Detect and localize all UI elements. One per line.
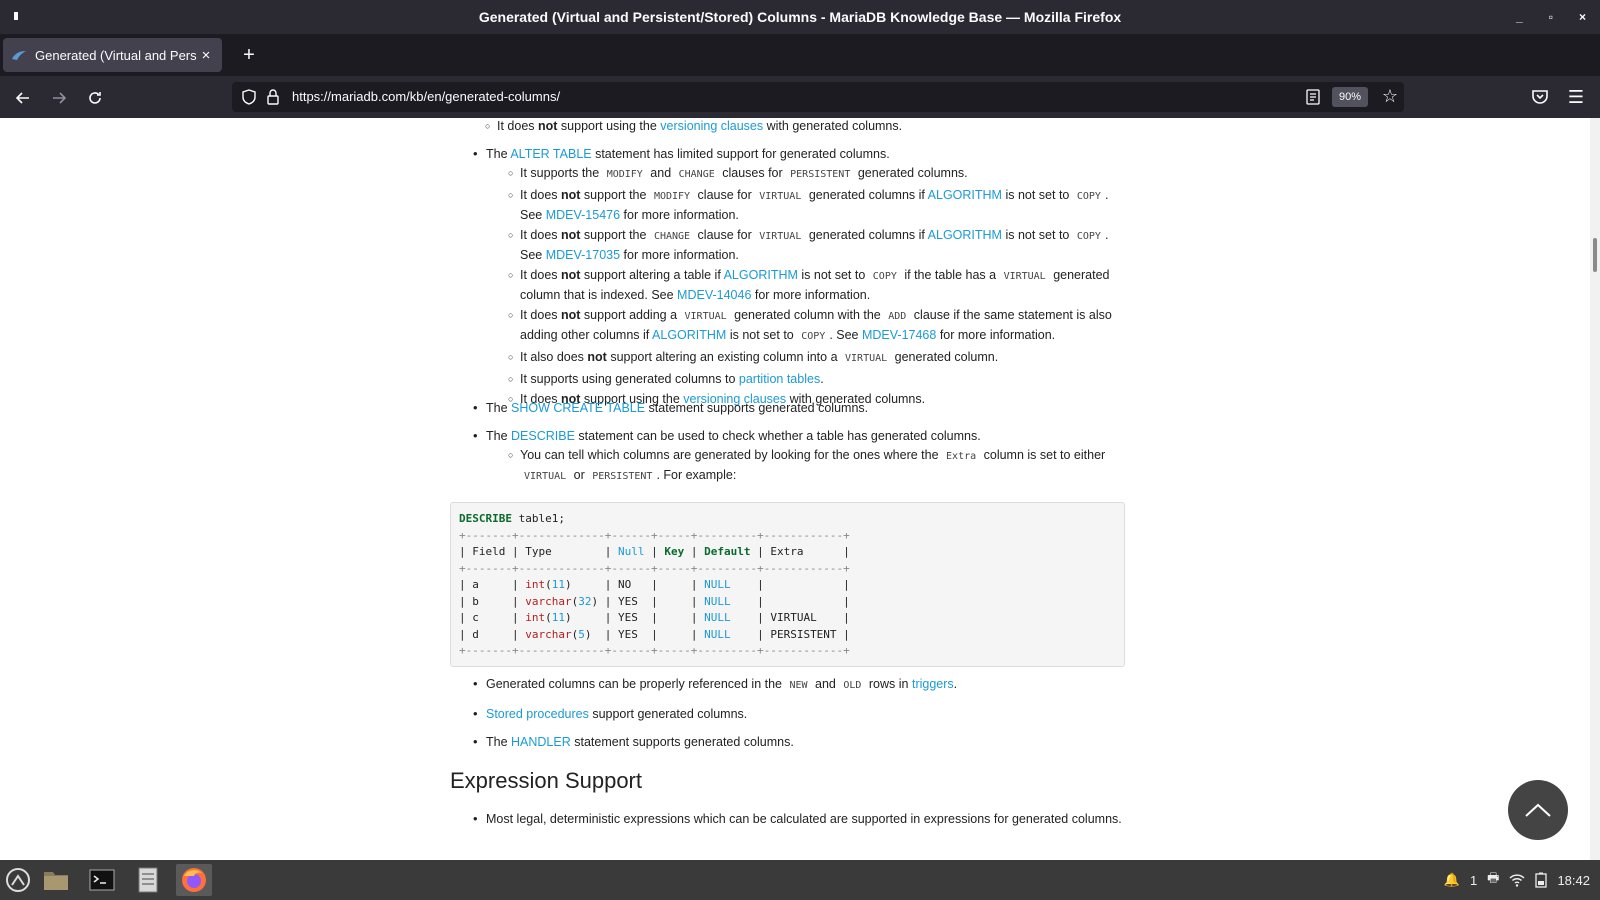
tab-title: Generated (Virtual and Pers (35, 47, 197, 63)
firefox-icon (182, 868, 206, 892)
window-menu-icon[interactable] (14, 12, 18, 20)
archive-manager-button[interactable] (130, 864, 166, 896)
archive-icon (138, 867, 158, 893)
mdev-15476-link[interactable]: MDEV-15476 (546, 208, 620, 222)
handler-link[interactable]: HANDLER (511, 735, 571, 749)
reload-icon (89, 92, 101, 104)
partition-tables-link[interactable]: partition tables (739, 372, 820, 386)
list-item: Most legal, deterministic expressions wh… (450, 810, 1125, 828)
bookmark-star-icon[interactable]: ☆ (1382, 86, 1398, 107)
clock: 18:42 (1557, 872, 1590, 888)
list-item: It does not support using the versioning… (427, 118, 1127, 135)
list-item: It also does not support altering an exi… (450, 348, 1125, 368)
alter-table-list: The ALTER TABLE statement has limited su… (450, 145, 1125, 410)
algorithm-link[interactable]: ALGORITHM (928, 188, 1002, 202)
section-heading: Expression Support (450, 768, 642, 793)
triggers-link[interactable]: triggers (912, 677, 954, 691)
list-item: It supports using generated columns to p… (450, 370, 1125, 388)
list-item: Stored procedures support generated colu… (450, 705, 1125, 723)
folder-icon (44, 872, 68, 890)
list-item: It does not support adding a VIRTUAL gen… (450, 306, 1125, 346)
list-item: It supports the MODIFY and CHANGE clause… (450, 164, 1125, 184)
tab-bar: Generated (Virtual and Pers × + (0, 34, 1600, 76)
versioning-clauses-link[interactable]: versioning clauses (660, 119, 763, 133)
list-item: It does not support the CHANGE clause fo… (450, 226, 1125, 264)
pocket-icon[interactable] (1528, 85, 1552, 109)
system-tray: 🔔 1 🖶 18:42 (1444, 860, 1590, 900)
url-text[interactable]: https://mariadb.com/kb/en/generated-colu… (292, 89, 560, 104)
list-item: You can tell which columns are generated… (450, 446, 1125, 486)
expression-list: Most legal, deterministic expressions wh… (450, 810, 1125, 828)
alter-table-link[interactable]: ALTER TABLE (510, 147, 591, 161)
chevron-up-icon (1525, 803, 1551, 817)
reload-button[interactable] (82, 85, 108, 111)
back-arrow-icon (15, 92, 29, 104)
maximize-button[interactable]: ▫ (1549, 10, 1553, 24)
battery-icon[interactable] (1535, 872, 1548, 888)
notification-count: 1 (1469, 872, 1478, 888)
mdev-14046-link[interactable]: MDEV-14046 (677, 288, 751, 302)
start-menu-icon (6, 868, 30, 892)
tracking-shield-icon[interactable] (240, 88, 258, 106)
list-item: The HANDLER statement supports generated… (450, 733, 1125, 751)
reader-view-icon[interactable] (1304, 88, 1322, 106)
url-bar[interactable]: https://mariadb.com/kb/en/generated-colu… (232, 82, 1404, 112)
list-item: The DESCRIBE statement can be used to ch… (450, 427, 1125, 486)
after-code-list: Generated columns can be properly refere… (450, 675, 1125, 751)
close-tab-icon[interactable]: × (198, 47, 214, 64)
page-scrollbar[interactable] (1590, 118, 1600, 860)
list-item: Generated columns can be properly refere… (450, 675, 1125, 695)
file-manager-button[interactable] (38, 864, 74, 896)
back-button[interactable] (10, 85, 36, 111)
algorithm-link[interactable]: ALGORITHM (928, 228, 1002, 242)
zoom-level-button[interactable]: 90% (1331, 87, 1368, 107)
close-window-button[interactable]: × (1579, 10, 1586, 24)
hamburger-menu-icon[interactable]: ☰ (1564, 85, 1588, 109)
algorithm-link[interactable]: ALGORITHM (724, 268, 798, 282)
algorithm-link[interactable]: ALGORITHM (652, 328, 726, 342)
list-item: The SHOW CREATE TABLE statement supports… (450, 399, 1125, 417)
terminal-icon (89, 869, 115, 891)
describe-list: The DESCRIBE statement can be used to ch… (450, 427, 1125, 488)
mdev-17468-link[interactable]: MDEV-17468 (862, 328, 936, 342)
new-tab-button[interactable]: + (236, 42, 262, 68)
forward-button[interactable] (46, 85, 72, 111)
minimize-button[interactable]: _ (1516, 10, 1523, 24)
mariadb-seal-icon (11, 47, 27, 63)
list-item: It does not support altering a table if … (450, 266, 1125, 304)
wifi-icon[interactable] (1509, 873, 1525, 887)
firefox-taskbar-button[interactable] (176, 864, 212, 896)
lock-icon[interactable] (264, 88, 282, 106)
window-titlebar: Generated (Virtual and Persistent/Stored… (0, 0, 1600, 34)
list-item: The ALTER TABLE statement has limited su… (450, 145, 1125, 408)
printer-icon[interactable]: 🖶 (1487, 869, 1499, 891)
navigation-toolbar: https://mariadb.com/kb/en/generated-colu… (0, 76, 1600, 118)
partial-sublist: It does not support using the versioning… (427, 118, 1127, 137)
forward-arrow-icon (53, 92, 67, 104)
describe-link[interactable]: DESCRIBE (511, 429, 575, 443)
window-title: Generated (Virtual and Persistent/Stored… (478, 9, 1122, 25)
show-create-list: The SHOW CREATE TABLE statement supports… (450, 399, 1125, 417)
terminal-button[interactable] (84, 864, 120, 896)
stored-procedures-link[interactable]: Stored procedures (486, 707, 589, 721)
scrollbar-thumb[interactable] (1593, 238, 1597, 272)
list-item: It does not support the MODIFY clause fo… (450, 186, 1125, 224)
browser-tab[interactable]: Generated (Virtual and Pers × (3, 38, 222, 72)
mdev-17035-link[interactable]: MDEV-17035 (546, 248, 620, 262)
taskbar: 🔔 1 🖶 18:42 (0, 860, 1600, 900)
back-to-top-button[interactable] (1508, 780, 1568, 840)
show-create-table-link[interactable]: SHOW CREATE TABLE (511, 401, 645, 415)
page-viewport: It does not support using the versioning… (0, 118, 1600, 860)
start-menu-button[interactable] (0, 864, 36, 896)
code-block[interactable]: DESCRIBE table1; +-------+-------------+… (450, 502, 1125, 667)
notification-bell-icon[interactable]: 🔔 (1444, 872, 1460, 888)
